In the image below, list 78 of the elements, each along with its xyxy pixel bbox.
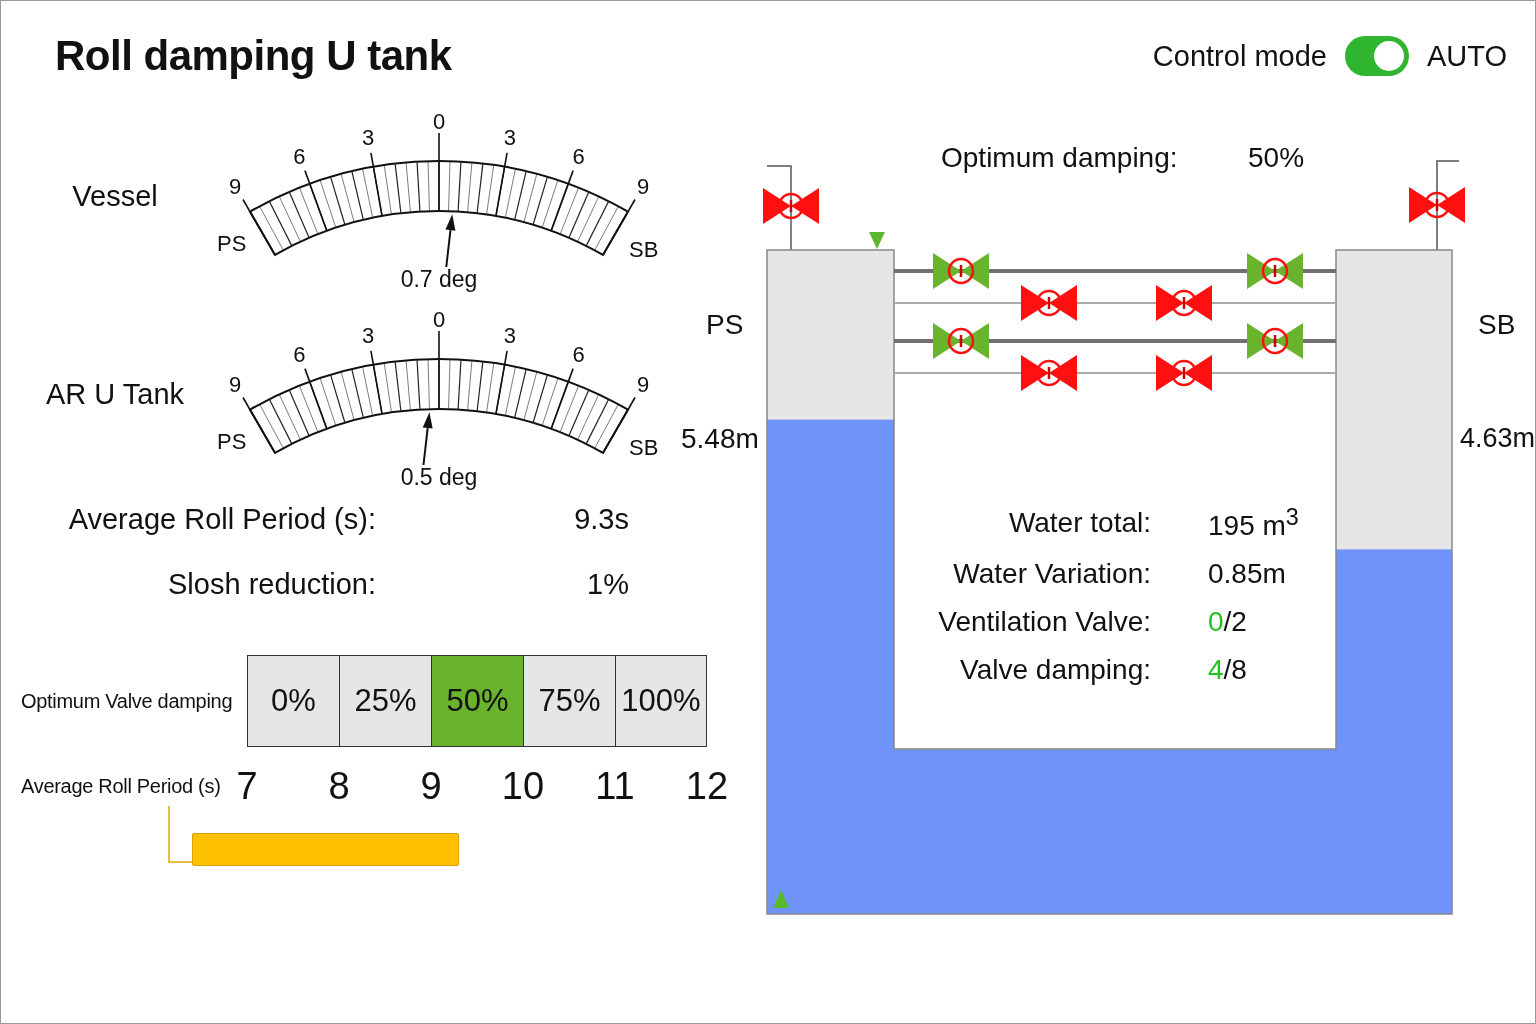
stat-label: Slosh reduction: (168, 568, 376, 601)
period-tick: 9 (420, 765, 442, 808)
starboard-label: SB (1478, 309, 1516, 341)
gauge-label: AR U Tank (44, 377, 185, 411)
valve-icon[interactable] (1021, 355, 1077, 391)
valve-icon[interactable] (1247, 323, 1303, 359)
port-label: PS (217, 429, 247, 454)
scale-tick (550, 169, 574, 232)
level-marker-icon (869, 232, 885, 249)
starboard-label: SB (629, 237, 659, 262)
readout-value: 0.85m (1208, 558, 1286, 591)
valve-icon[interactable] (1021, 285, 1077, 321)
valve-icon[interactable] (1409, 187, 1465, 223)
scale-number: 3 (362, 125, 375, 151)
roll-period-label: Average Roll Period (s) (21, 775, 221, 798)
scale-number: 9 (228, 371, 242, 397)
scale-number: 9 (636, 371, 650, 397)
valve-icon[interactable] (933, 323, 989, 359)
valve-damping-label: Optimum Valve damping (21, 689, 233, 713)
scale-number: 6 (572, 341, 585, 367)
readout-label: Ventilation Valve: (938, 606, 1151, 639)
starboard-label: SB (629, 435, 659, 460)
scale-tick (370, 350, 383, 415)
scale-number: 9 (228, 173, 242, 199)
scale-number: 6 (293, 341, 306, 367)
page-title: Roll damping U tank (55, 32, 452, 80)
scale-number: 6 (293, 143, 306, 169)
scale-number: 3 (503, 323, 516, 349)
valve-icon[interactable] (933, 253, 989, 289)
scale-number: 0 (432, 109, 446, 134)
scale-tick (304, 367, 328, 430)
stat-value: 9.3s (574, 503, 629, 536)
readout-value: 0/2 (1208, 606, 1247, 639)
damping-option[interactable]: 50% (431, 655, 523, 747)
port-level-reading: 5.48m (681, 423, 759, 455)
scale-tick (550, 367, 574, 430)
period-tick: 7 (236, 765, 258, 808)
gauge-reading: 0.5 deg (400, 464, 478, 490)
damping-option[interactable]: 0% (247, 655, 339, 747)
readout-value: 195 m$^{3}$ (1208, 504, 1299, 543)
valve-icon[interactable] (763, 188, 819, 224)
scale-number: 9 (636, 173, 650, 199)
valve-icon[interactable] (1156, 285, 1212, 321)
valve-icon[interactable] (1247, 253, 1303, 289)
period-tick: 11 (595, 765, 635, 808)
scale-number: 3 (503, 125, 516, 151)
gauge-reading: 0.7 deg (400, 266, 478, 292)
period-tick: 12 (685, 765, 729, 808)
period-tick: 10 (501, 765, 545, 808)
scale-tick (304, 169, 328, 232)
leader-line (168, 806, 192, 863)
damping-option[interactable]: 100% (615, 655, 707, 747)
readout-label: Valve damping: (960, 654, 1151, 687)
control-mode-label: Control mode (1152, 39, 1327, 73)
control-mode-toggle[interactable] (1344, 36, 1409, 76)
valve-icon[interactable] (1156, 355, 1212, 391)
gauge-label: Vessel (71, 179, 158, 213)
readout-value: 4/8 (1208, 654, 1247, 687)
readout-label: Water Variation: (953, 558, 1151, 591)
optimum-damping-label: Optimum damping: (941, 142, 1178, 174)
scale-number: 0 (432, 307, 446, 332)
readout-label: Water total: (1008, 507, 1151, 540)
level-marker-icon (773, 890, 789, 908)
scale-tick (370, 152, 383, 217)
optimum-damping-value: 50% (1248, 142, 1305, 174)
stat-value: 1% (587, 568, 629, 601)
port-label: PS (706, 309, 744, 341)
control-mode-value: AUTO (1426, 39, 1507, 73)
scale-number: 3 (362, 323, 375, 349)
stat-label: Average Roll Period (s): (68, 503, 376, 536)
damping-option[interactable]: 75% (523, 655, 615, 747)
period-tick: 8 (328, 765, 350, 808)
port-label: PS (217, 231, 247, 256)
scale-tick (495, 152, 508, 217)
scale-tick (495, 350, 508, 415)
starboard-level-reading: 4.63m (1460, 423, 1535, 454)
scale-number: 6 (572, 143, 585, 169)
damping-option[interactable]: 25% (339, 655, 431, 747)
